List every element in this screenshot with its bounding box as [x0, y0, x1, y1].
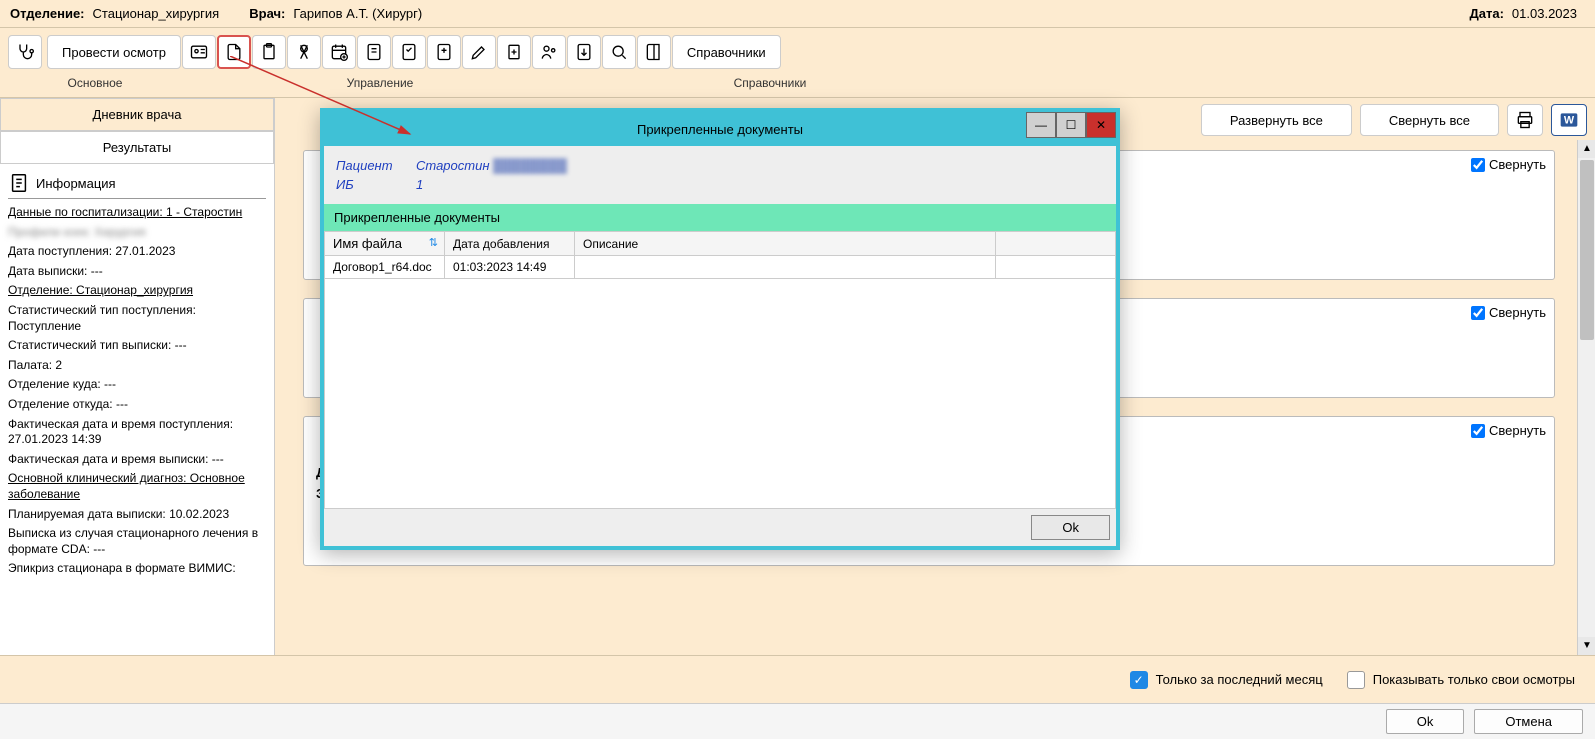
- info-main-diagnosis[interactable]: Основной клинический диагноз: Основное з…: [8, 471, 266, 502]
- attached-docs-icon[interactable]: [217, 35, 251, 69]
- note-add-icon[interactable]: [357, 35, 391, 69]
- attached-documents-dialog: Прикрепленные документы — ☐ ✕ Пациент Ст…: [320, 108, 1120, 550]
- info-dept-from: Отделение откуда: ---: [8, 397, 266, 413]
- patient-card-icon[interactable]: [182, 35, 216, 69]
- search-icon[interactable]: [602, 35, 636, 69]
- table-row[interactable]: Договор1_r64.doc 01:03:2023 14:49: [325, 256, 1116, 279]
- info-actual-discharge: Фактическая дата и время выписки: ---: [8, 452, 266, 468]
- maximize-icon[interactable]: ☐: [1056, 112, 1086, 138]
- info-title: Информация: [36, 176, 116, 191]
- date-value: 01.03.2023: [1512, 6, 1577, 21]
- info-ward: Палата: 2: [8, 358, 266, 374]
- word-icon[interactable]: W: [1551, 104, 1587, 136]
- ribbon-icon[interactable]: [287, 35, 321, 69]
- collapse-all-button[interactable]: Свернуть все: [1360, 104, 1499, 136]
- checkbox-checked-icon[interactable]: ✓: [1130, 671, 1148, 689]
- dialog-titlebar[interactable]: Прикрепленные документы — ☐ ✕: [324, 112, 1116, 146]
- ribbon-group-refs: Справочники: [570, 76, 970, 97]
- clipboard-plus-icon[interactable]: [497, 35, 531, 69]
- export-icon[interactable]: [567, 35, 601, 69]
- dialog-ok-button[interactable]: Ok: [1031, 515, 1110, 540]
- scroll-down-icon[interactable]: ▼: [1578, 637, 1595, 655]
- minimize-icon[interactable]: —: [1026, 112, 1056, 138]
- table-empty-area: [324, 279, 1116, 509]
- cell-date: 01:03:2023 14:49: [445, 256, 575, 279]
- calendar-add-icon[interactable]: [322, 35, 356, 69]
- dialog-title-text: Прикрепленные документы: [637, 122, 803, 137]
- date-label: Дата:: [1470, 6, 1504, 21]
- ribbon-toolbar: Провести осмотр Справочники: [0, 28, 1595, 76]
- scroll-up-icon[interactable]: ▲: [1578, 140, 1595, 158]
- info-dept-to: Отделение куда: ---: [8, 377, 266, 393]
- cell-filename: Договор1_r64.doc: [325, 256, 445, 279]
- footer-bar: Ok Отмена: [0, 703, 1595, 739]
- filters-bar: ✓ Только за последний месяц Показывать т…: [0, 655, 1595, 703]
- info-bed-profiles: Профили коек: Хирургия: [8, 225, 266, 241]
- dept-value: Стационар_хирургия: [93, 6, 220, 21]
- filter-last-month[interactable]: ✓ Только за последний месяц: [1130, 671, 1323, 689]
- print-icon[interactable]: [1507, 104, 1543, 136]
- info-panel: Информация Данные по госпитализации: 1 -…: [0, 164, 274, 655]
- tab-diary[interactable]: Дневник врача: [0, 98, 274, 131]
- ib-label: ИБ: [336, 177, 396, 192]
- transfer-icon[interactable]: [427, 35, 461, 69]
- stethoscope-icon[interactable]: [8, 35, 42, 69]
- patient-value: Старостин ████████: [416, 158, 567, 173]
- tab-results[interactable]: Результаты: [0, 131, 274, 164]
- cell-empty: [996, 256, 1116, 279]
- info-admission-date: Дата поступления: 27.01.2023: [8, 244, 266, 260]
- collapse-toggle[interactable]: Свернуть: [1471, 157, 1546, 172]
- doctor-label: Врач:: [249, 6, 285, 21]
- ribbon-group-manage: Управление: [190, 76, 570, 97]
- col-empty: [996, 232, 1116, 256]
- cancel-button[interactable]: Отмена: [1474, 709, 1583, 734]
- info-hospitalization[interactable]: Данные по госпитализации: 1 - Старостин: [8, 205, 266, 221]
- ok-button[interactable]: Ok: [1386, 709, 1465, 734]
- col-description[interactable]: Описание: [575, 232, 996, 256]
- checkbox-icon[interactable]: [1347, 671, 1365, 689]
- col-filename[interactable]: Имя файла⇅: [325, 232, 445, 256]
- collapse-toggle[interactable]: Свернуть: [1471, 305, 1546, 320]
- clipboard-icon[interactable]: [252, 35, 286, 69]
- attachments-table: Имя файла⇅ Дата добавления Описание Дого…: [324, 231, 1116, 279]
- filter-own-exams[interactable]: Показывать только свои осмотры: [1347, 671, 1575, 689]
- doctor-value: Гарипов А.Т. (Хирург): [293, 6, 422, 21]
- vertical-scrollbar[interactable]: ▲ ▼: [1577, 140, 1595, 655]
- info-stat-admission: Статистический тип поступления: Поступле…: [8, 303, 266, 334]
- expand-all-button[interactable]: Развернуть все: [1201, 104, 1352, 136]
- cell-desc: [575, 256, 996, 279]
- dialog-section-header: Прикрепленные документы: [324, 204, 1116, 231]
- doc-icon: [8, 172, 30, 194]
- sort-icon: ⇅: [429, 236, 438, 249]
- info-planned-discharge: Планируемая дата выписки: 10.02.2023: [8, 507, 266, 523]
- patient-label: Пациент: [336, 158, 396, 173]
- collapse-toggle[interactable]: Свернуть: [1471, 423, 1546, 438]
- col-date[interactable]: Дата добавления: [445, 232, 575, 256]
- book-icon[interactable]: [637, 35, 671, 69]
- info-cda-export: Выписка из случая стационарного лечения …: [8, 526, 266, 557]
- svg-text:W: W: [1564, 114, 1575, 126]
- info-department[interactable]: Отделение: Стационар_хирургия: [8, 283, 266, 299]
- info-discharge-date: Дата выписки: ---: [8, 264, 266, 280]
- ib-value: 1: [416, 177, 423, 192]
- conduct-exam-button[interactable]: Провести осмотр: [47, 35, 181, 69]
- close-icon[interactable]: ✕: [1086, 112, 1116, 138]
- info-stat-discharge: Статистический тип выписки: ---: [8, 338, 266, 354]
- header-bar: Отделение: Стационар_хирургия Врач: Гари…: [0, 0, 1595, 28]
- references-button[interactable]: Справочники: [672, 35, 781, 69]
- dept-label: Отделение:: [10, 6, 85, 21]
- checklist-icon[interactable]: [392, 35, 426, 69]
- left-panel: Дневник врача Результаты Информация Данн…: [0, 98, 275, 655]
- group-icon[interactable]: [532, 35, 566, 69]
- sign-icon[interactable]: [462, 35, 496, 69]
- scrollbar-thumb[interactable]: [1580, 160, 1594, 340]
- ribbon-group-labels: Основное Управление Справочники: [0, 76, 1595, 98]
- info-actual-admission: Фактическая дата и время поступления: 27…: [8, 417, 266, 448]
- info-vimis-export: Эпикриз стационара в формате ВИМИС:: [8, 561, 266, 577]
- ribbon-group-main: Основное: [0, 76, 190, 97]
